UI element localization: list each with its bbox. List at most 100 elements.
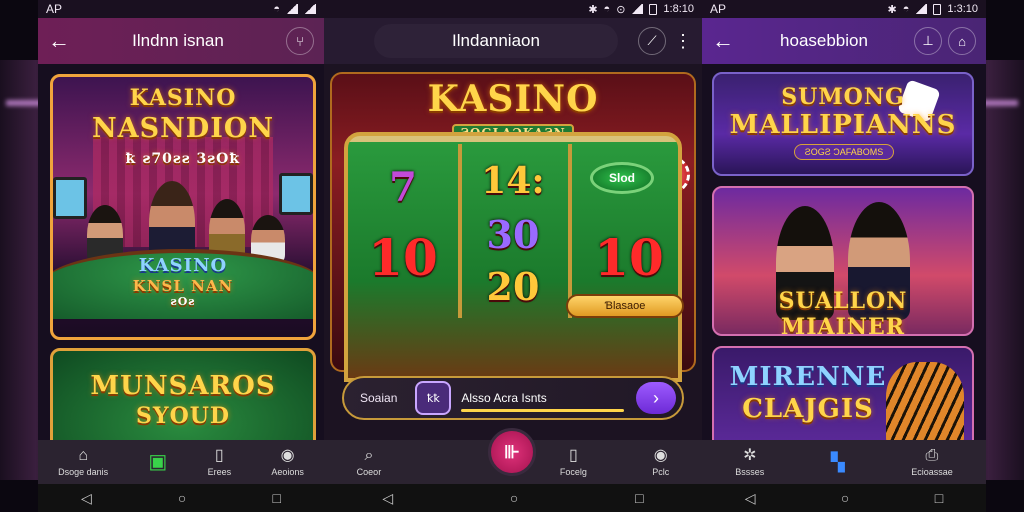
nav-item-erees[interactable]: ▯ Erees [207, 447, 232, 477]
slot-symbol: 30 [486, 212, 540, 257]
system-nav-bar: ◁ ○ □ [702, 484, 986, 512]
search-bar[interactable]: Soaian ꝁꝁ Alsso Acra Isnts › [342, 376, 684, 420]
card-title: NASNDION [91, 113, 275, 144]
nav-item-ecioassae[interactable]: ⎙ Ecioassae [911, 447, 953, 477]
add-button[interactable]: ⊪ [488, 428, 536, 476]
cart-icon: ▣ [148, 451, 168, 473]
card-title: MIRENNE [729, 362, 887, 392]
wifi-icon: ◓ [603, 3, 611, 15]
card-subtitle: ƧOGƧ ƆAFABOMS [794, 144, 894, 160]
bottom-nav: ⌂ Dsoge danis ▣ ▯ Erees ◉ Aeoions [38, 440, 324, 484]
app-bar: Ilndanniaon ⟋ ⋮ [324, 18, 702, 64]
nav-label: Focelg [559, 466, 587, 477]
nav-item-home[interactable]: ⌂ Dsoge danis [58, 446, 109, 477]
home-icon: ⌂ [78, 446, 88, 464]
app-bar: ← Ilndnn isnan ⑂ [38, 18, 324, 64]
settings-icon: ✲ [743, 446, 757, 464]
home-circle-icon[interactable]: ○ [841, 490, 849, 506]
slot-title: KASINO [427, 78, 599, 120]
recents-icon[interactable]: □ [272, 490, 280, 506]
back-icon[interactable]: ◁ [382, 490, 393, 507]
location-icon: ◉ [280, 446, 295, 464]
back-icon[interactable]: ◁ [81, 490, 92, 507]
card-title: MALLIPIANNS [729, 110, 957, 140]
nav-label: Coeor [356, 466, 382, 477]
nav-item-focelg[interactable]: ▯ Focelg [559, 446, 587, 477]
chair-icon[interactable]: ⑂ [286, 27, 314, 55]
grid-icon: ▚ [830, 452, 845, 472]
search-icon: ⌕ [364, 446, 374, 464]
nav-label: Ecioassae [911, 466, 953, 477]
page-title: hoasebbion [780, 31, 868, 50]
phone-screen-left: AP ◓ ← Ilndnn isnan ⑂ KASINO NASNDION ꝁ … [38, 0, 324, 512]
bluetooth-icon: ✱ [588, 3, 598, 16]
recents-icon[interactable]: □ [635, 490, 643, 506]
casino-promo-card[interactable]: SUALLON MIAINER [712, 186, 974, 336]
slot-machine-banner[interactable]: KASINO ƧOGLAƆKAƧN 7 14: 30 10 10 20 Slod… [330, 72, 696, 382]
status-bar: ✱ ◓ ⊙ 1:8:10 [324, 0, 702, 18]
signal-icon [631, 4, 644, 14]
slot-symbol: 20 [486, 264, 540, 309]
card-title: CLAJGIS [742, 394, 874, 424]
battery-icon [933, 3, 942, 15]
slot-symbol: 10 [594, 228, 664, 287]
phone-icon: ▯ [569, 446, 578, 464]
table-logo-text: ƨOƨ [170, 295, 196, 308]
chevron-right-icon[interactable]: › [636, 382, 676, 414]
back-arrow-icon[interactable]: ← [712, 28, 740, 54]
nav-item-pclc[interactable]: ◉ Pclc [652, 446, 670, 477]
screen-decoration [279, 173, 313, 215]
chat-bubble-icon[interactable]: ꝁꝁ [415, 381, 452, 415]
nav-label: Aeoions [271, 466, 304, 477]
nav-label: Pclc [652, 466, 670, 477]
card-subtitle: ꝁ ƨ70ƨƨ 3ƨOꝁ [125, 151, 241, 167]
carrier-label: AP [46, 2, 63, 16]
home-circle-icon[interactable]: ○ [178, 490, 186, 506]
search-label: Soaian [360, 391, 398, 405]
back-arrow-icon[interactable]: ← [48, 28, 76, 54]
slot-balance-pill[interactable]: Ɓlasaoe [566, 294, 684, 318]
nav-label: Bssses [735, 466, 765, 477]
page-title: Ilndanniaon [374, 24, 618, 58]
bluetooth-icon: ✱ [887, 3, 897, 16]
casino-promo-card[interactable]: MIRENNE CLAJGIS [712, 346, 974, 450]
wifi-icon: ◓ [273, 3, 280, 15]
reel-divider [568, 144, 572, 318]
signal-icon [304, 4, 316, 14]
table-logo-text: KASINO [138, 255, 228, 276]
nav-label: Dsoge danis [58, 466, 109, 477]
table-logo-text: KNSL NAN [132, 277, 234, 295]
nav-item-search[interactable]: ⌕ Coeor [356, 446, 382, 477]
pin-icon[interactable]: ⊥ [914, 27, 942, 55]
card-title: MUNSAROS [90, 371, 276, 401]
phone-screen-center: ✱ ◓ ⊙ 1:8:10 Ilndanniaon ⟋ ⋮ KASINO ƧOGL… [324, 0, 702, 512]
carrier-label: AP [710, 2, 727, 16]
clock-time: 1:8:10 [663, 3, 694, 15]
nav-item-grid[interactable]: ▚ [830, 452, 845, 472]
signal-icon [915, 4, 928, 14]
screen-decoration [53, 177, 87, 219]
recents-icon[interactable]: □ [935, 490, 943, 506]
bag-icon[interactable]: ⌂ [948, 27, 976, 55]
slot-badge: Slod [590, 162, 654, 194]
location-icon: ◉ [653, 446, 668, 464]
back-icon[interactable]: ◁ [745, 490, 756, 507]
phone-screen-right: AP ✱ ◓ 1:3:10 ← hoasebbion ⊥ ⌂ SUMONG MA… [702, 0, 986, 512]
signal-icon [286, 4, 298, 14]
card-title: KASINO [129, 85, 237, 111]
card-title: SUALLON MIAINER [778, 288, 908, 336]
status-bar: AP ◓ [38, 0, 324, 18]
bottom-nav: ✲ Bssses ▚ ⎙ Ecioassae [702, 440, 986, 484]
casino-promo-card[interactable]: SUMONG MALLIPIANNS ƧOGƧ ƆAFABOMS [712, 72, 974, 176]
app-bar: ← hoasebbion ⊥ ⌂ [702, 18, 986, 64]
casino-promo-card[interactable]: KASINO NASNDION ꝁ ƨ70ƨƨ 3ƨOꝁ KASINO KNSL… [50, 74, 316, 340]
nav-label: Erees [207, 466, 232, 477]
nav-item-bssses[interactable]: ✲ Bssses [735, 446, 765, 477]
compass-icon[interactable]: ⟋ [638, 27, 666, 55]
nav-item-aeoions[interactable]: ◉ Aeoions [271, 446, 304, 477]
home-circle-icon[interactable]: ○ [510, 490, 518, 506]
alarm-icon: ⊙ [616, 3, 626, 16]
search-input[interactable]: Alsso Acra Isnts [461, 391, 636, 412]
nav-item-cart[interactable]: ▣ [148, 451, 168, 473]
more-menu-icon[interactable]: ⋮ [674, 31, 692, 52]
